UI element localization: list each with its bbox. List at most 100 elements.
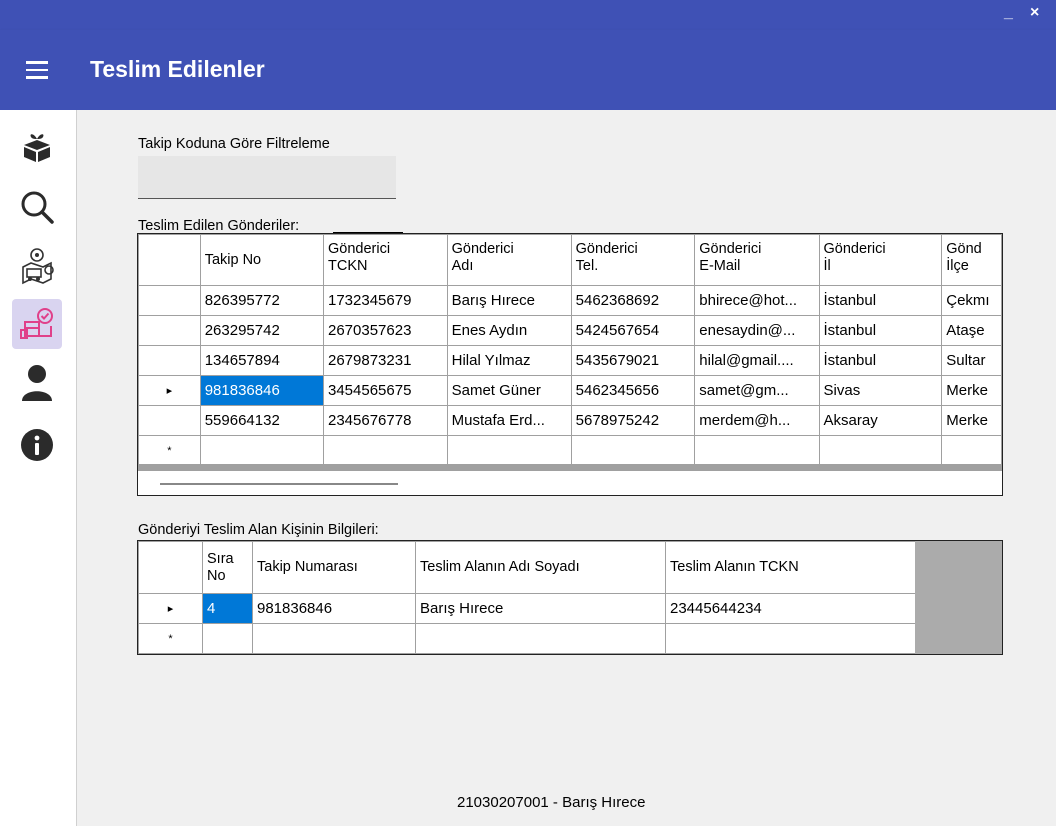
table-cell[interactable]: Sivas bbox=[818, 375, 943, 406]
table-cell[interactable]: Barış Hırece bbox=[446, 285, 572, 316]
table-cell[interactable]: Çekmı bbox=[941, 285, 1002, 316]
table-cell[interactable]: İstanbul bbox=[818, 345, 943, 376]
table-cell[interactable]: Aksaray bbox=[818, 405, 943, 436]
table-cell[interactable]: İstanbul bbox=[818, 285, 943, 316]
table-cell[interactable] bbox=[199, 435, 324, 466]
table-cell[interactable] bbox=[252, 623, 416, 654]
row-header[interactable] bbox=[138, 345, 201, 376]
sidebar-item-search[interactable] bbox=[12, 182, 62, 232]
table-row[interactable]: ▸ 981836846 3454565675 Samet Güner 546234565… bbox=[138, 375, 1002, 406]
table-cell[interactable] bbox=[322, 435, 448, 466]
row-header[interactable] bbox=[138, 315, 201, 346]
minimize-button[interactable]: _ bbox=[1004, 4, 1013, 22]
table-cell[interactable] bbox=[665, 623, 916, 654]
horizontal-scrollbar[interactable] bbox=[160, 483, 398, 485]
table-cell[interactable]: 4 bbox=[202, 593, 253, 624]
receiver-column-header[interactable]: Sıra No bbox=[202, 541, 253, 594]
row-header[interactable]: * bbox=[138, 623, 203, 654]
table-cell[interactable]: 826395772 bbox=[199, 285, 324, 316]
receiver-column-header[interactable]: Takip Numarası bbox=[252, 541, 416, 594]
table-cell[interactable]: İstanbul bbox=[818, 315, 943, 346]
shipments-column-header[interactable]: Gönderici Adı bbox=[446, 234, 572, 286]
footer-user-info: 21030207001 - Barış Hırece bbox=[457, 794, 646, 811]
table-row[interactable]: 263295742 2670357623 Enes Aydın 5424567654 e… bbox=[138, 315, 1002, 346]
table-cell[interactable]: bhirece@hot... bbox=[694, 285, 820, 316]
receiver-info-grid[interactable]: Sıra No Takip Numarası Teslim Alanın Adı So… bbox=[137, 540, 1003, 655]
table-cell[interactable]: 981836846 bbox=[252, 593, 416, 624]
column-header-text: Gönderici bbox=[327, 241, 391, 257]
row-header[interactable] bbox=[138, 405, 201, 436]
row-header[interactable] bbox=[138, 285, 201, 316]
table-cell[interactable]: hilal@gmail.... bbox=[694, 345, 820, 376]
table-cell[interactable]: Barış Hırece bbox=[415, 593, 666, 624]
shipments-column-header[interactable]: Takip No bbox=[199, 234, 324, 286]
table-row[interactable]: * bbox=[138, 623, 916, 654]
table-cell[interactable]: Hilal Yılmaz bbox=[446, 345, 572, 376]
table-cell[interactable]: 263295742 bbox=[199, 315, 324, 346]
table-cell[interactable]: 2670357623 bbox=[322, 315, 448, 346]
shipments-column-header[interactable]: Gönderici E-Mail bbox=[694, 234, 820, 286]
table-cell[interactable]: 134657894 bbox=[199, 345, 324, 376]
table-cell[interactable] bbox=[446, 435, 572, 466]
table-cell[interactable]: Ataşe bbox=[941, 315, 1002, 346]
table-cell[interactable]: 981836846 bbox=[199, 375, 324, 406]
table-cell[interactable]: 559664132 bbox=[199, 405, 324, 436]
column-header-text: TCKN bbox=[327, 258, 368, 274]
table-cell[interactable]: 5678975242 bbox=[570, 405, 696, 436]
hamburger-menu-icon[interactable] bbox=[26, 61, 48, 79]
table-row[interactable]: 559664132 2345676778 Mustafa Erd... 5678975… bbox=[138, 405, 1002, 436]
table-cell[interactable]: 2679873231 bbox=[322, 345, 448, 376]
column-header-text: Sıra bbox=[207, 550, 234, 567]
row-header[interactable]: ▸ bbox=[138, 593, 203, 624]
table-cell[interactable]: 5462345656 bbox=[570, 375, 696, 406]
sidebar-item-delivered[interactable] bbox=[12, 299, 62, 349]
shipments-table: Takip No Gönderici TCKN Gönderici Adı Gönderi… bbox=[138, 234, 1002, 466]
table-cell[interactable]: Mustafa Erd... bbox=[446, 405, 572, 436]
table-row[interactable]: 826395772 1732345679 Barış Hırece 546236869… bbox=[138, 285, 1002, 316]
table-cell[interactable] bbox=[202, 623, 253, 654]
table-cell[interactable]: 5424567654 bbox=[570, 315, 696, 346]
table-cell[interactable] bbox=[818, 435, 943, 466]
table-cell[interactable]: Merke bbox=[941, 405, 1002, 436]
sidebar-item-delivery-tracking[interactable] bbox=[12, 240, 62, 290]
close-button[interactable]: × bbox=[1030, 4, 1039, 22]
table-cell[interactable] bbox=[941, 435, 1002, 466]
delivered-shipments-grid[interactable]: Takip No Gönderici TCKN Gönderici Adı Gönderi… bbox=[137, 233, 1003, 496]
table-row[interactable]: * bbox=[138, 435, 1002, 466]
column-header-text: Tel. bbox=[575, 258, 599, 274]
table-cell[interactable]: Sultar bbox=[941, 345, 1002, 376]
table-cell[interactable] bbox=[570, 435, 696, 466]
table-row[interactable]: 134657894 2679873231 Hilal Yılmaz 543567902… bbox=[138, 345, 1002, 376]
table-cell[interactable]: 2345676778 bbox=[322, 405, 448, 436]
table-cell[interactable] bbox=[694, 435, 820, 466]
table-cell[interactable]: 5462368692 bbox=[570, 285, 696, 316]
table-cell[interactable]: Enes Aydın bbox=[446, 315, 572, 346]
row-header[interactable]: * bbox=[138, 435, 201, 466]
table-cell[interactable]: enesaydin@... bbox=[694, 315, 820, 346]
row-header[interactable]: ▸ bbox=[138, 375, 201, 406]
receiver-column-header[interactable]: Teslim Alanın Adı Soyadı bbox=[415, 541, 666, 594]
sidebar-item-profile[interactable] bbox=[12, 358, 62, 408]
shipments-column-header[interactable]: Gönderici İl bbox=[818, 234, 943, 286]
column-header-text: Gönd bbox=[946, 241, 982, 257]
column-header-text: Takip No bbox=[204, 251, 262, 268]
shipments-column-header[interactable]: Gönd İlçe bbox=[941, 234, 1002, 286]
table-cell[interactable]: Samet Güner bbox=[446, 375, 572, 406]
table-cell[interactable]: 5435679021 bbox=[570, 345, 696, 376]
table-cell[interactable]: merdem@h... bbox=[694, 405, 820, 436]
column-header-text: No bbox=[207, 567, 226, 584]
table-cell[interactable]: Merke bbox=[941, 375, 1002, 406]
shipments-column-header[interactable]: Gönderici TCKN bbox=[322, 234, 448, 286]
column-header-text: Teslim Alanın TCKN bbox=[670, 559, 799, 575]
table-cell[interactable]: 23445644234 bbox=[665, 593, 916, 624]
table-cell[interactable]: samet@gm... bbox=[694, 375, 820, 406]
sidebar-item-about[interactable] bbox=[12, 420, 62, 470]
receiver-column-header[interactable]: Teslim Alanın TCKN bbox=[665, 541, 916, 594]
table-cell[interactable] bbox=[415, 623, 666, 654]
table-row[interactable]: ▸ 4 981836846 Barış Hırece 23445644234 bbox=[138, 593, 916, 624]
tracking-code-filter-input[interactable] bbox=[138, 156, 396, 199]
shipments-column-header[interactable]: Gönderici Tel. bbox=[570, 234, 696, 286]
table-cell[interactable]: 3454565675 bbox=[322, 375, 448, 406]
table-cell[interactable]: 1732345679 bbox=[322, 285, 448, 316]
sidebar-item-package[interactable] bbox=[12, 122, 62, 172]
